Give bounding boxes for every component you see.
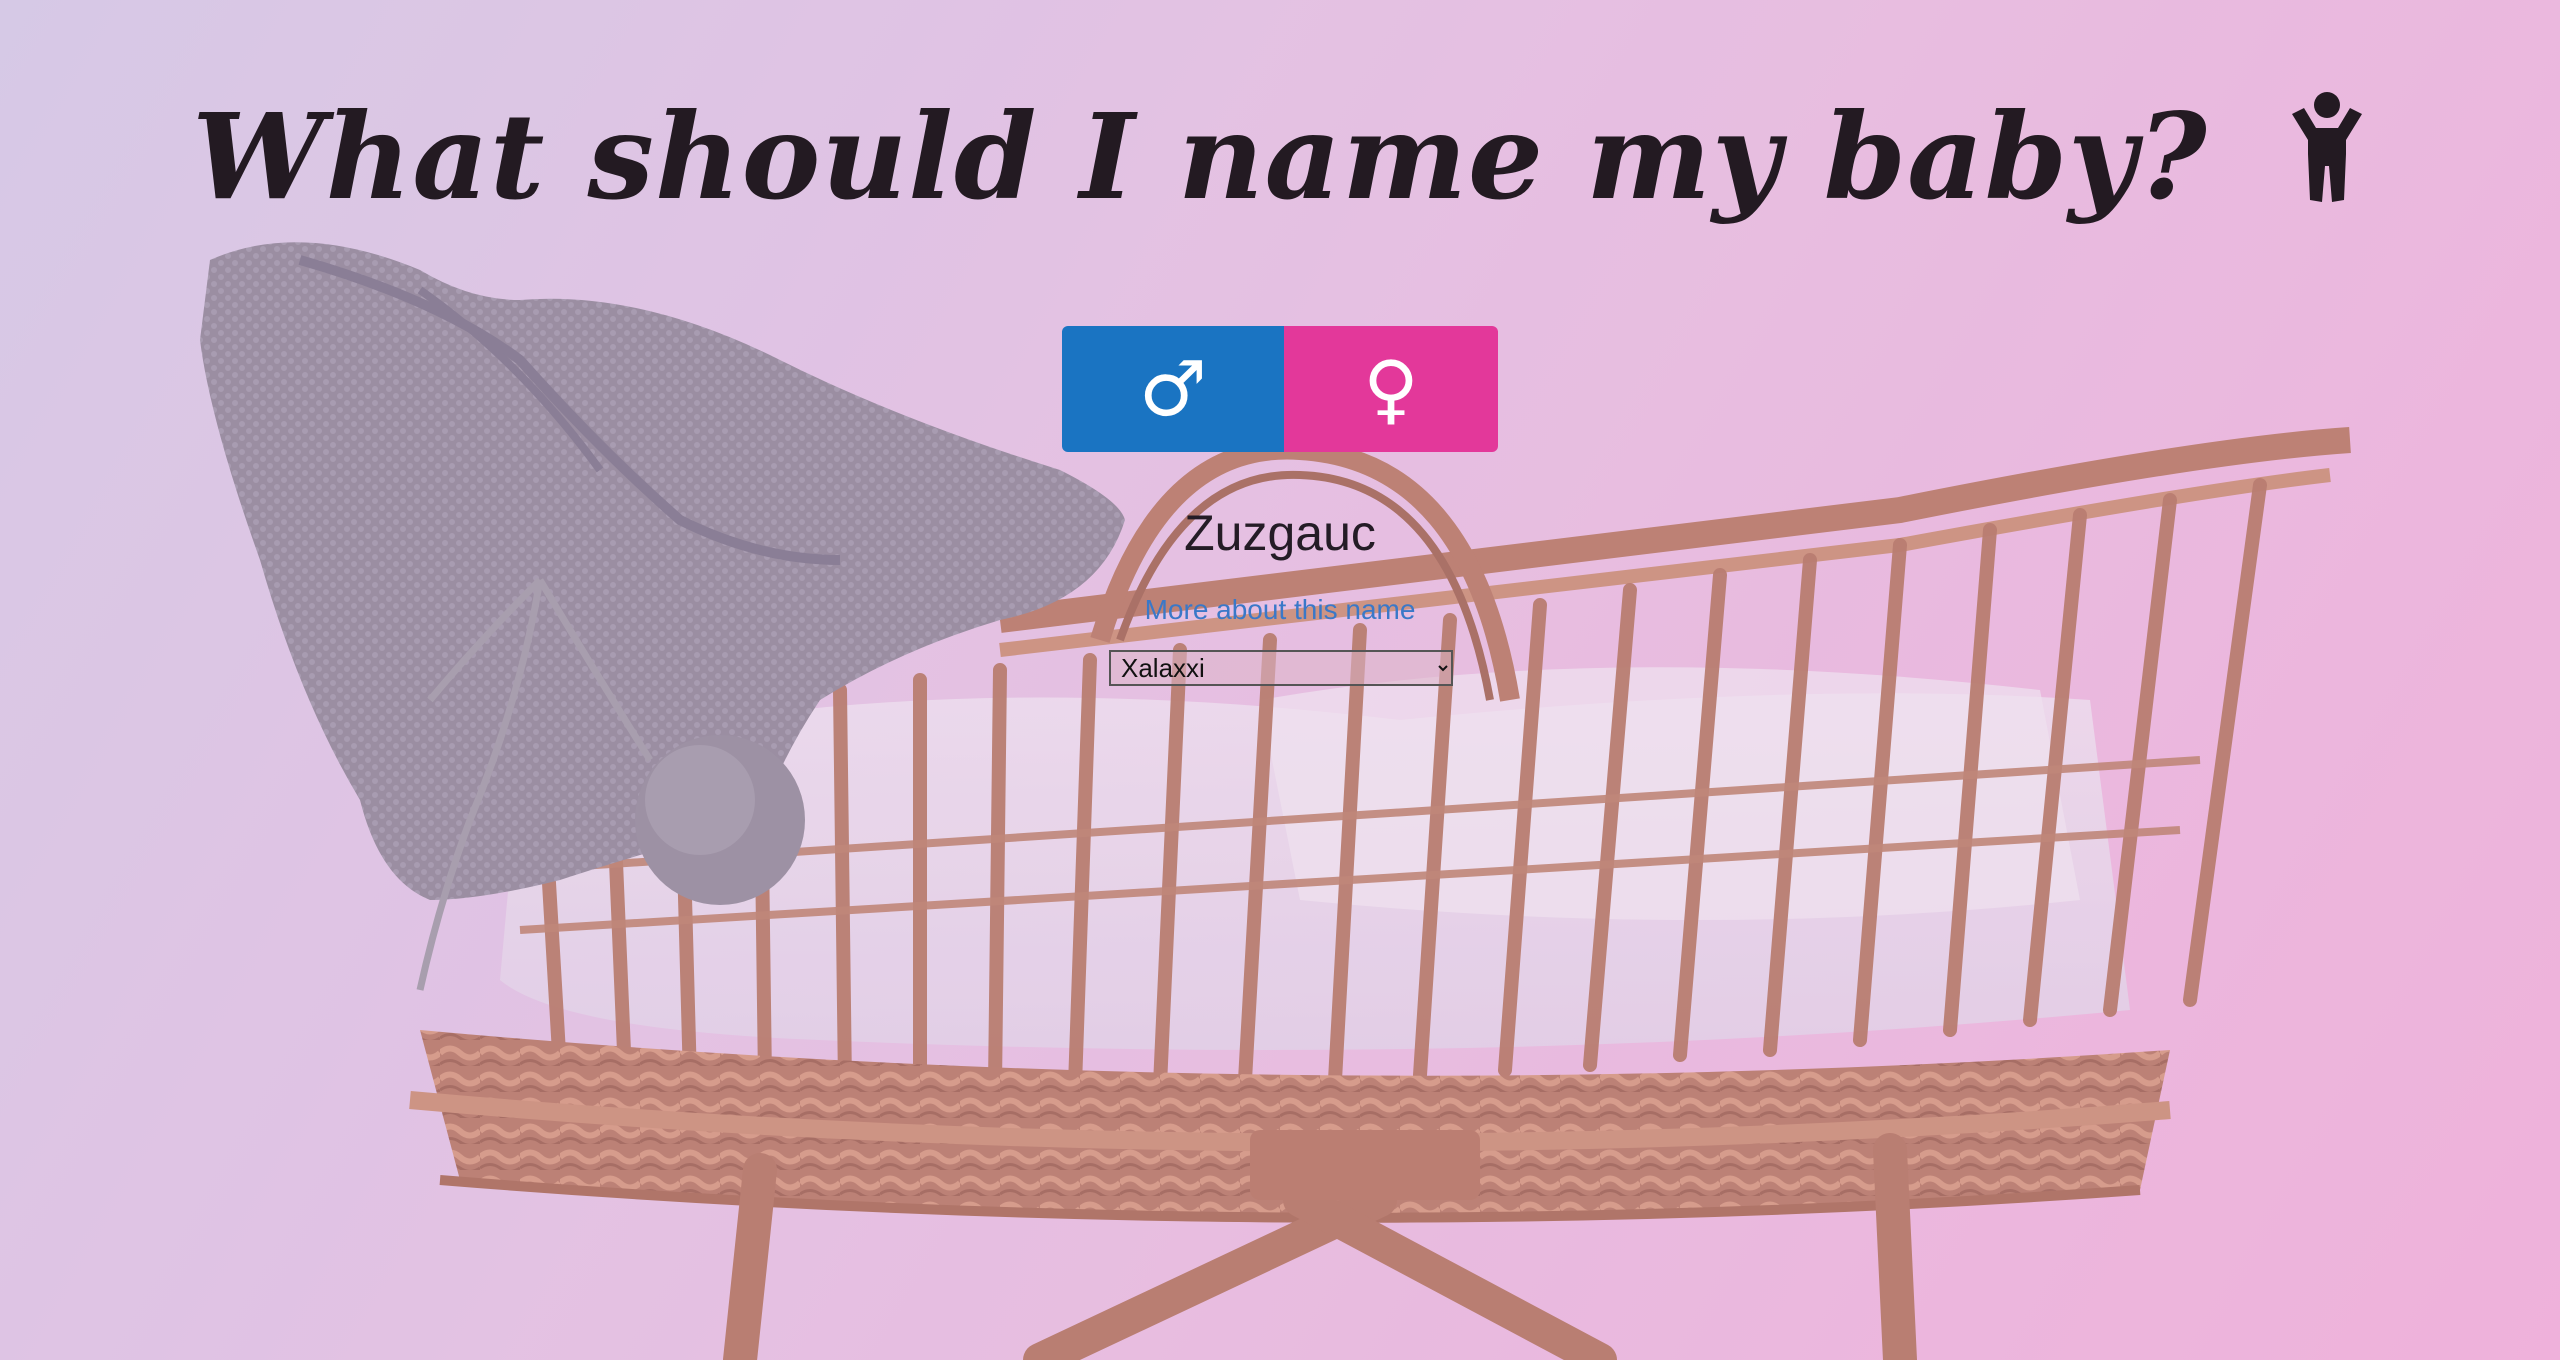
language-select[interactable]: Xalaxxi bbox=[1109, 650, 1453, 686]
page-content: What should I name my baby? ♂ ♀ Zuzgauc … bbox=[0, 0, 2560, 1360]
language-select-wrapper: Xalaxxi bbox=[1109, 650, 1453, 686]
baby-name-result: Zuzgauc bbox=[1184, 505, 1376, 561]
male-symbol-icon: ♂ bbox=[1138, 344, 1208, 433]
male-button[interactable]: ♂ bbox=[1062, 326, 1284, 452]
more-about-name: More about this name bbox=[0, 590, 2560, 630]
more-about-name-link[interactable]: More about this name bbox=[1145, 594, 1416, 625]
page-title-text: What should I name my baby? bbox=[192, 87, 2208, 226]
child-icon bbox=[2286, 88, 2368, 238]
female-symbol-icon: ♀ bbox=[1363, 344, 1419, 433]
page-title: What should I name my baby? bbox=[0, 82, 2560, 238]
gender-toggle-group: ♂ ♀ bbox=[1062, 326, 1498, 452]
female-button[interactable]: ♀ bbox=[1284, 326, 1498, 452]
